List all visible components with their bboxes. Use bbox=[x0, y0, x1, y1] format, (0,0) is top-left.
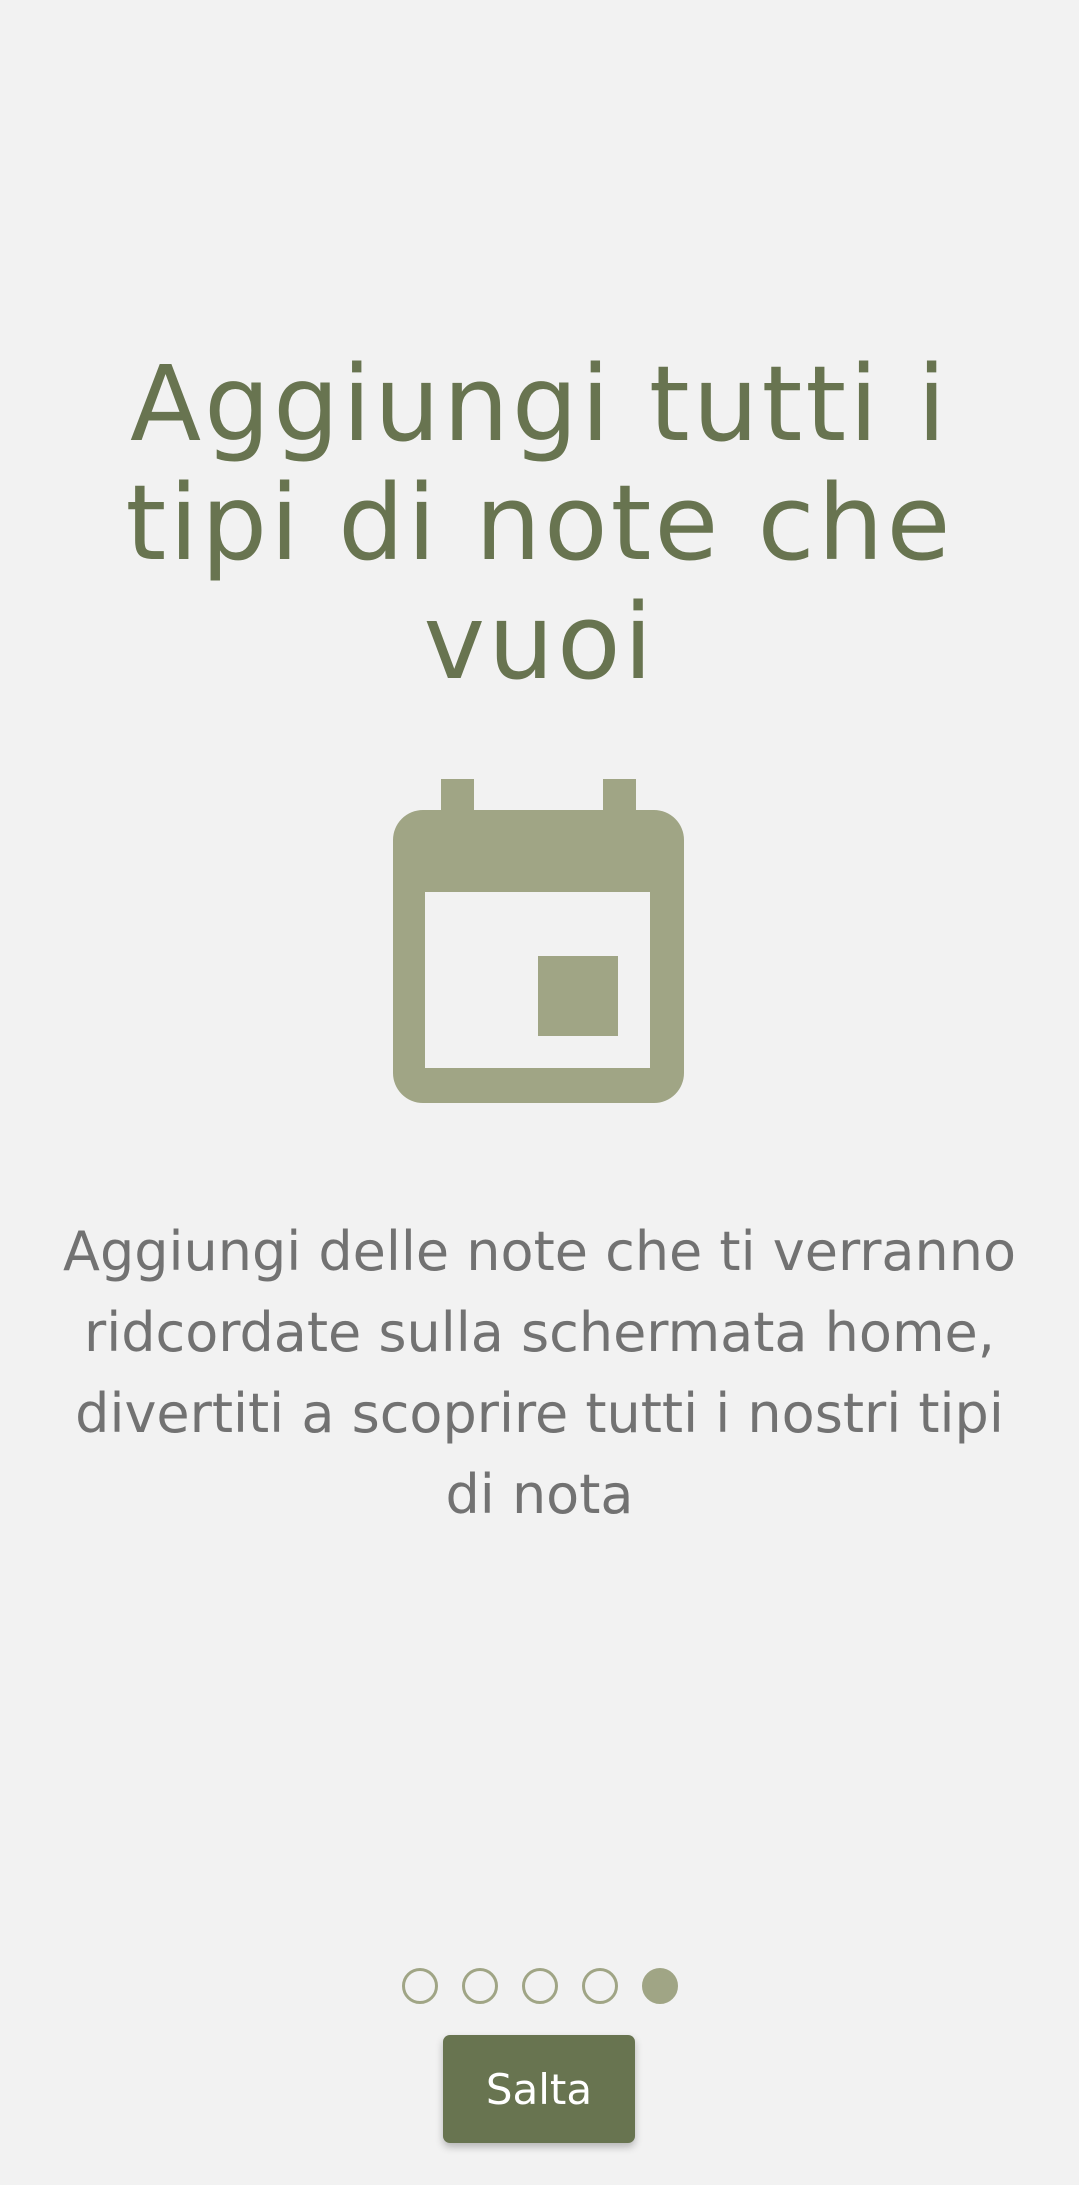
onboarding-title: Aggiungi tutti i tipi di note che vuoi bbox=[125, 343, 954, 703]
onboarding-description: Aggiungi delle note che ti verranno ridc… bbox=[63, 1220, 1016, 1526]
page-dot-5-active[interactable] bbox=[641, 1968, 678, 2004]
page-dot-4[interactable] bbox=[581, 1968, 618, 2004]
calendar-icon bbox=[393, 779, 684, 1103]
page-indicator bbox=[0, 1968, 1079, 2006]
page-dot-3[interactable] bbox=[521, 1968, 558, 2004]
page-dot-1[interactable] bbox=[401, 1968, 438, 2004]
page-dot-2[interactable] bbox=[461, 1968, 498, 2004]
skip-button[interactable]: Salta bbox=[443, 2035, 635, 2143]
